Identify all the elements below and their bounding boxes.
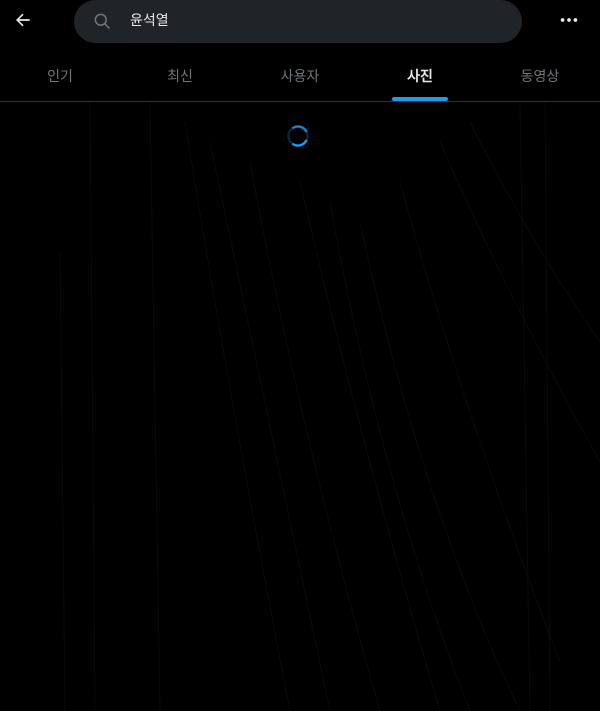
active-tab-indicator [392,97,448,101]
tab-label: 동영상 [520,68,560,85]
background-artifact [59,102,600,711]
loading-spinner-icon [287,125,309,147]
search-results-screen: 인기 최신 사용자 사진 동영상 [0,0,600,711]
search-icon [94,13,110,29]
search-input[interactable] [130,0,500,43]
search-bar[interactable] [74,0,522,43]
back-button[interactable] [9,6,37,34]
tab-label: 최신 [167,68,193,85]
more-horizontal-icon [560,18,578,22]
tab-label: 사용자 [280,68,320,85]
tab-label: 인기 [47,68,73,85]
results-area [0,102,600,711]
tab-top[interactable]: 인기 [0,50,120,101]
tab-latest[interactable]: 최신 [120,50,240,101]
more-options-button[interactable] [554,6,584,34]
search-tabs: 인기 최신 사용자 사진 동영상 [0,50,600,102]
arrow-left-icon [16,13,30,27]
top-bar [0,0,600,44]
tab-people[interactable]: 사용자 [240,50,360,101]
tab-label: 사진 [407,68,433,85]
tab-videos[interactable]: 동영상 [480,50,600,101]
tab-photos[interactable]: 사진 [360,50,480,101]
